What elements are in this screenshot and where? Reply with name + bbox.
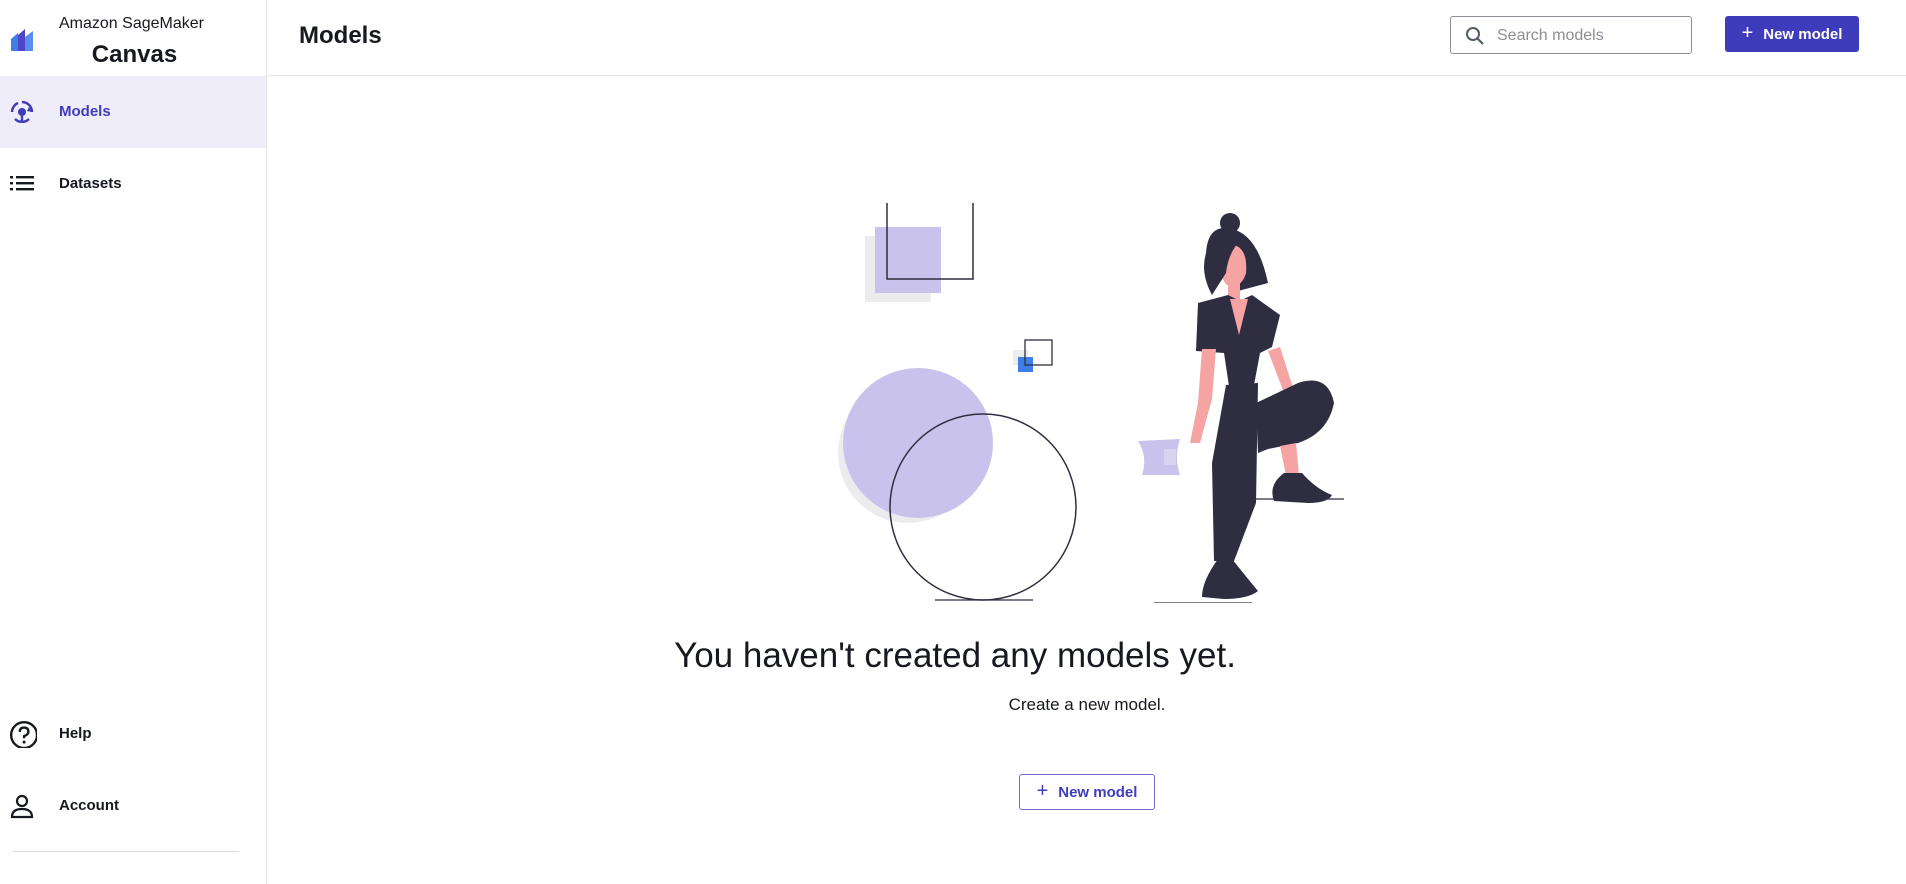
list-icon [10,176,34,191]
plus-icon: + [1036,780,1049,802]
account-icon [10,794,34,819]
empty-state-title: You haven't created any models yet. [674,636,1236,675]
help-icon [9,720,37,748]
new-model-button[interactable]: + New model [1725,16,1859,52]
brand-product: Canvas [91,41,178,68]
sidebar-item-datasets[interactable]: Datasets [0,148,266,220]
sidebar-item-label: Datasets [59,175,122,192]
empty-state-illustration [838,203,1344,603]
search-icon [1466,27,1484,45]
models-icon [10,100,34,124]
empty-state-new-model-button[interactable]: + New model [1019,774,1155,810]
sidebar-item-label: Help [59,725,92,742]
page-header: Models + New model [268,0,1906,76]
sidebar-item-label: Models [59,103,111,120]
search-box[interactable] [1450,16,1692,55]
search-input[interactable] [1495,17,1689,55]
sidebar-item-label: Account [59,797,119,814]
sidebar-divider [13,851,239,852]
new-model-button-label: New model [1763,25,1843,43]
plus-icon: + [1741,22,1754,44]
brand-vendor: Amazon SageMaker [59,15,204,32]
page-title: Models [299,22,382,49]
sidebar: Amazon SageMaker Canvas Models Datasets [0,0,267,884]
brand: Amazon SageMaker Canvas [0,0,267,76]
sidebar-item-account[interactable]: Account [0,770,266,842]
empty-state-button-label: New model [1058,783,1138,801]
empty-state-subtitle: Create a new model. [1008,695,1166,714]
sidebar-item-models[interactable]: Models [0,76,266,148]
